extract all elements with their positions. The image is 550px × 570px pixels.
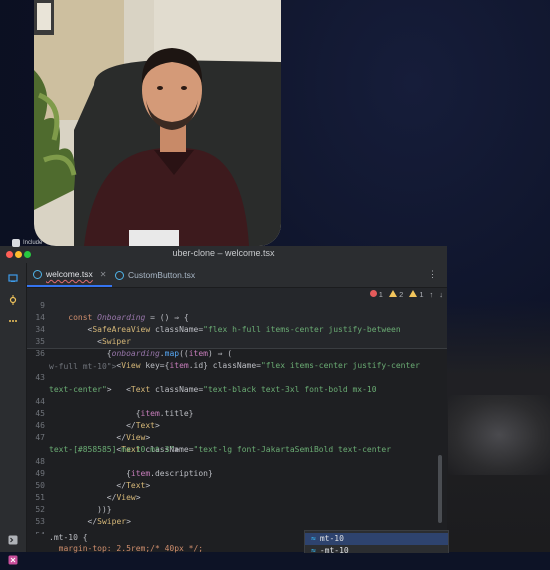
webcam-overlay[interactable] xyxy=(34,0,281,246)
code-line: 48 {item.description} xyxy=(27,444,447,478)
warning-count: 2 xyxy=(399,290,404,299)
react-file-icon xyxy=(115,270,124,280)
code-line: 36 <View key={item.id} className="flex i… xyxy=(27,336,447,370)
code-line: 14 <SafeAreaView className="flex h-full … xyxy=(27,300,447,334)
previous-problem-icon[interactable]: ↑ xyxy=(430,290,434,299)
code-line: 44 {item.title} xyxy=(27,384,447,418)
tab-label: welcome.tsx xyxy=(46,269,93,279)
activity-bar xyxy=(0,263,27,565)
code-editor-window: uber-clone – welcome.tsx Include welcome… xyxy=(0,239,447,565)
warning-icon xyxy=(388,290,397,297)
code-line: text-[#858585] mx-10 mt-3"> xyxy=(27,432,447,454)
css-preview-popup: .mt-10 { margin-top: 2.5rem;/* 40px */; xyxy=(27,533,304,553)
notification-pill[interactable]: Include xyxy=(12,238,42,248)
error-icon xyxy=(369,290,377,297)
inspection-widget[interactable]: 1 2 1 ↑ ↓ xyxy=(369,290,443,299)
weak-warning-icon xyxy=(409,290,418,297)
code-line: 53 xyxy=(27,504,447,526)
tab-label: CustomButton.tsx xyxy=(128,270,196,280)
error-count: 1 xyxy=(378,290,383,299)
title-bar: uber-clone – welcome.tsx xyxy=(0,246,447,264)
code-line: 49 </Text> xyxy=(27,456,447,490)
css-preview-line: .mt-10 { xyxy=(49,533,88,542)
git-icon[interactable] xyxy=(8,552,18,565)
code-area[interactable]: 9 const Onboarding = () ⇒ { 14 <SafeArea… xyxy=(27,288,447,552)
autocomplete-label: mt-10 xyxy=(319,534,344,543)
sticky-scroll-header: 9 const Onboarding = () ⇒ { 14 <SafeArea… xyxy=(27,288,447,370)
react-file-icon xyxy=(33,269,42,279)
code-line: 54 <CustomButton title="Next" className=… xyxy=(27,518,447,552)
editor-tab-bar: welcome.tsx ✕ CustomButton.tsx ⋮ xyxy=(27,263,447,288)
notification-label: Include xyxy=(23,240,43,246)
code-line: 35 {onboarding.map((item) ⇒ ( xyxy=(27,324,447,358)
code-line: 50 </View> xyxy=(27,468,447,502)
code-line: text-center"> xyxy=(27,372,447,394)
tailwind-icon: ≈ xyxy=(311,546,316,555)
tab-custom-button[interactable]: CustomButton.tsx xyxy=(109,263,201,287)
tailwind-icon: ≈ xyxy=(311,534,316,543)
autocomplete-item[interactable]: ≈ mt-10 xyxy=(305,533,448,545)
commit-icon[interactable] xyxy=(8,292,18,305)
background-blur xyxy=(448,395,550,475)
code-line: 34 <Swiper xyxy=(27,312,447,346)
next-problem-icon[interactable]: ↓ xyxy=(439,290,443,299)
code-line: 47 <Text className="text-lg font-Jakarta… xyxy=(27,420,447,454)
close-tab-icon[interactable]: ✕ xyxy=(100,270,107,279)
autocomplete-label: -mt-10 xyxy=(319,546,349,555)
tab-options-icon[interactable]: ⋮ xyxy=(428,269,437,280)
tab-welcome[interactable]: welcome.tsx ✕ xyxy=(27,263,113,287)
code-line: 46 </View> xyxy=(27,408,447,442)
folder-icon[interactable] xyxy=(8,270,18,282)
more-icon[interactable] xyxy=(8,313,18,323)
autocomplete-popup: ≈ mt-10 ≈ -mt-10 xyxy=(304,530,449,555)
code-line: 51 ))} xyxy=(27,480,447,514)
vertical-scrollbar[interactable] xyxy=(438,455,442,523)
window-title: uber-clone – welcome.tsx xyxy=(172,248,275,258)
code-line: 43 <Text className="text-black text-3xl … xyxy=(27,360,447,394)
notification-icon xyxy=(12,239,20,247)
weak-warning-count: 1 xyxy=(419,290,424,299)
autocomplete-item[interactable]: ≈ -mt-10 xyxy=(305,545,448,557)
code-line: 45 </Text> xyxy=(27,396,447,430)
code-line: 52 </Swiper> xyxy=(27,492,447,526)
terminal-icon[interactable] xyxy=(8,532,18,545)
